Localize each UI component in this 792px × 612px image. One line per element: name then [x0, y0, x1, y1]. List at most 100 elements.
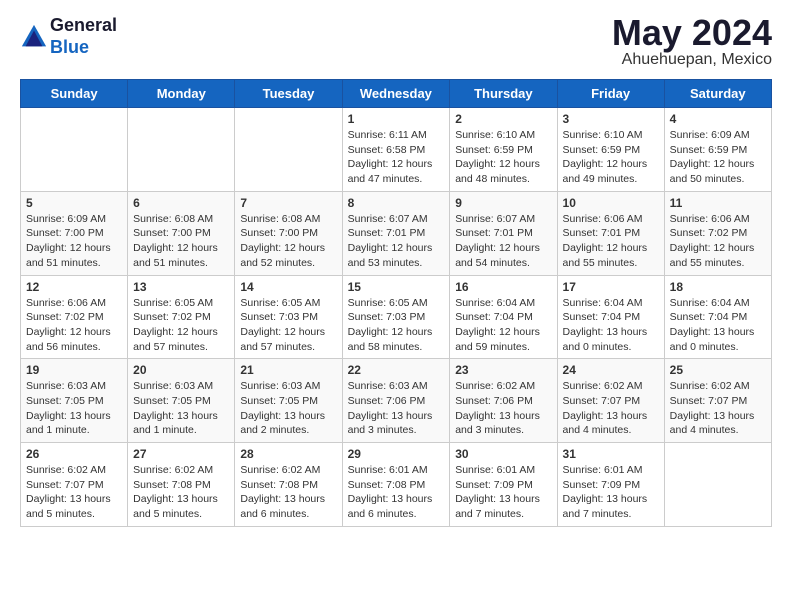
day-number: 4 [670, 112, 766, 126]
day-info: Sunrise: 6:07 AM Sunset: 7:01 PM Dayligh… [455, 212, 551, 271]
day-number: 11 [670, 196, 766, 210]
calendar-cell: 19 Sunrise: 6:03 AM Sunset: 7:05 PM Dayli… [21, 359, 128, 443]
day-info: Sunrise: 6:02 AM Sunset: 7:08 PM Dayligh… [240, 463, 336, 522]
day-info: Sunrise: 6:02 AM Sunset: 7:07 PM Dayligh… [563, 379, 659, 438]
calendar-cell: 27 Sunrise: 6:02 AM Sunset: 7:08 PM Dayli… [128, 443, 235, 527]
days-row: SundayMondayTuesdayWednesdayThursdayFrid… [21, 80, 772, 108]
calendar-body: 1Sunrise: 6:11 AM Sunset: 6:58 PM Daylig… [21, 108, 772, 527]
day-number: 27 [133, 447, 229, 461]
day-number: 26 [26, 447, 122, 461]
day-number: 5 [26, 196, 122, 210]
day-number: 28 [240, 447, 336, 461]
day-info: Sunrise: 6:06 AM Sunset: 7:01 PM Dayligh… [563, 212, 659, 271]
calendar-cell: 14 Sunrise: 6:05 AM Sunset: 7:03 PM Dayli… [235, 275, 342, 359]
calendar-cell [664, 443, 771, 527]
calendar-cell: 8Sunrise: 6:07 AM Sunset: 7:01 PM Daylig… [342, 191, 450, 275]
day-number: 18 [670, 280, 766, 294]
day-info: Sunrise: 6:09 AM Sunset: 6:59 PM Dayligh… [670, 128, 766, 187]
day-number: 29 [348, 447, 445, 461]
day-info: Sunrise: 6:10 AM Sunset: 6:59 PM Dayligh… [455, 128, 551, 187]
title-area: May 2024 Ahuehuepan, Mexico [612, 15, 772, 69]
calendar-cell: 22Sunrise: 6:03 AM Sunset: 7:06 PM Dayli… [342, 359, 450, 443]
day-number: 6 [133, 196, 229, 210]
calendar-cell: 24Sunrise: 6:02 AM Sunset: 7:07 PM Dayli… [557, 359, 664, 443]
day-info: Sunrise: 6:02 AM Sunset: 7:07 PM Dayligh… [670, 379, 766, 438]
day-number: 21 [240, 363, 336, 377]
day-info: Sunrise: 6:02 AM Sunset: 7:07 PM Dayligh… [26, 463, 122, 522]
day-number: 14 [240, 280, 336, 294]
day-info: Sunrise: 6:05 AM Sunset: 7:03 PM Dayligh… [240, 296, 336, 355]
day-info: Sunrise: 6:10 AM Sunset: 6:59 PM Dayligh… [563, 128, 659, 187]
calendar-cell: 26 Sunrise: 6:02 AM Sunset: 7:07 PM Dayli… [21, 443, 128, 527]
calendar-cell: 18 Sunrise: 6:04 AM Sunset: 7:04 PM Dayli… [664, 275, 771, 359]
day-number: 31 [563, 447, 659, 461]
calendar-cell: 28 Sunrise: 6:02 AM Sunset: 7:08 PM Dayli… [235, 443, 342, 527]
day-number: 16 [455, 280, 551, 294]
calendar-cell: 25 Sunrise: 6:02 AM Sunset: 7:07 PM Dayli… [664, 359, 771, 443]
day-header-tuesday: Tuesday [235, 80, 342, 108]
calendar-cell: 1Sunrise: 6:11 AM Sunset: 6:58 PM Daylig… [342, 108, 450, 192]
day-number: 13 [133, 280, 229, 294]
day-info: Sunrise: 6:06 AM Sunset: 7:02 PM Dayligh… [26, 296, 122, 355]
day-info: Sunrise: 6:01 AM Sunset: 7:09 PM Dayligh… [455, 463, 551, 522]
page-subtitle: Ahuehuepan, Mexico [612, 51, 772, 69]
day-number: 25 [670, 363, 766, 377]
day-header-saturday: Saturday [664, 80, 771, 108]
day-info: Sunrise: 6:03 AM Sunset: 7:05 PM Dayligh… [26, 379, 122, 438]
day-number: 12 [26, 280, 122, 294]
day-info: Sunrise: 6:04 AM Sunset: 7:04 PM Dayligh… [455, 296, 551, 355]
day-info: Sunrise: 6:02 AM Sunset: 7:06 PM Dayligh… [455, 379, 551, 438]
calendar-cell: 30 Sunrise: 6:01 AM Sunset: 7:09 PM Dayli… [450, 443, 557, 527]
day-info: Sunrise: 6:09 AM Sunset: 7:00 PM Dayligh… [26, 212, 122, 271]
calendar-cell: 9 Sunrise: 6:07 AM Sunset: 7:01 PM Daylig… [450, 191, 557, 275]
logo: General Blue [20, 15, 117, 58]
day-number: 19 [26, 363, 122, 377]
page-header: General Blue May 2024 Ahuehuepan, Mexico [20, 15, 772, 69]
day-number: 15 [348, 280, 445, 294]
calendar-cell: 23 Sunrise: 6:02 AM Sunset: 7:06 PM Dayli… [450, 359, 557, 443]
calendar-table: SundayMondayTuesdayWednesdayThursdayFrid… [20, 79, 772, 527]
day-number: 30 [455, 447, 551, 461]
calendar-cell: 13 Sunrise: 6:05 AM Sunset: 7:02 PM Dayli… [128, 275, 235, 359]
day-number: 23 [455, 363, 551, 377]
calendar-cell: 6Sunrise: 6:08 AM Sunset: 7:00 PM Daylig… [128, 191, 235, 275]
day-info: Sunrise: 6:05 AM Sunset: 7:02 PM Dayligh… [133, 296, 229, 355]
calendar-cell: 2 Sunrise: 6:10 AM Sunset: 6:59 PM Daylig… [450, 108, 557, 192]
calendar-cell [21, 108, 128, 192]
calendar-cell: 20 Sunrise: 6:03 AM Sunset: 7:05 PM Dayli… [128, 359, 235, 443]
calendar-cell: 31Sunrise: 6:01 AM Sunset: 7:09 PM Dayli… [557, 443, 664, 527]
calendar-cell: 7 Sunrise: 6:08 AM Sunset: 7:00 PM Daylig… [235, 191, 342, 275]
week-row-5: 26 Sunrise: 6:02 AM Sunset: 7:07 PM Dayli… [21, 443, 772, 527]
week-row-1: 1Sunrise: 6:11 AM Sunset: 6:58 PM Daylig… [21, 108, 772, 192]
day-info: Sunrise: 6:02 AM Sunset: 7:08 PM Dayligh… [133, 463, 229, 522]
day-info: Sunrise: 6:04 AM Sunset: 7:04 PM Dayligh… [670, 296, 766, 355]
day-header-friday: Friday [557, 80, 664, 108]
calendar-cell: 16 Sunrise: 6:04 AM Sunset: 7:04 PM Dayli… [450, 275, 557, 359]
day-info: Sunrise: 6:06 AM Sunset: 7:02 PM Dayligh… [670, 212, 766, 271]
calendar-cell: 12 Sunrise: 6:06 AM Sunset: 7:02 PM Dayli… [21, 275, 128, 359]
calendar-cell: 17Sunrise: 6:04 AM Sunset: 7:04 PM Dayli… [557, 275, 664, 359]
day-info: Sunrise: 6:03 AM Sunset: 7:05 PM Dayligh… [133, 379, 229, 438]
day-header-sunday: Sunday [21, 80, 128, 108]
logo-text: General Blue [50, 15, 117, 58]
calendar-cell: 4 Sunrise: 6:09 AM Sunset: 6:59 PM Daylig… [664, 108, 771, 192]
day-number: 20 [133, 363, 229, 377]
day-info: Sunrise: 6:11 AM Sunset: 6:58 PM Dayligh… [348, 128, 445, 187]
day-info: Sunrise: 6:04 AM Sunset: 7:04 PM Dayligh… [563, 296, 659, 355]
day-info: Sunrise: 6:08 AM Sunset: 7:00 PM Dayligh… [240, 212, 336, 271]
day-info: Sunrise: 6:01 AM Sunset: 7:08 PM Dayligh… [348, 463, 445, 522]
day-info: Sunrise: 6:05 AM Sunset: 7:03 PM Dayligh… [348, 296, 445, 355]
day-number: 2 [455, 112, 551, 126]
day-info: Sunrise: 6:03 AM Sunset: 7:05 PM Dayligh… [240, 379, 336, 438]
calendar-cell: 21 Sunrise: 6:03 AM Sunset: 7:05 PM Dayli… [235, 359, 342, 443]
day-header-thursday: Thursday [450, 80, 557, 108]
calendar-cell [128, 108, 235, 192]
calendar-cell [235, 108, 342, 192]
day-number: 3 [563, 112, 659, 126]
week-row-4: 19 Sunrise: 6:03 AM Sunset: 7:05 PM Dayli… [21, 359, 772, 443]
day-number: 9 [455, 196, 551, 210]
calendar-cell: 10Sunrise: 6:06 AM Sunset: 7:01 PM Dayli… [557, 191, 664, 275]
day-number: 22 [348, 363, 445, 377]
day-number: 7 [240, 196, 336, 210]
calendar-cell: 29 Sunrise: 6:01 AM Sunset: 7:08 PM Dayli… [342, 443, 450, 527]
